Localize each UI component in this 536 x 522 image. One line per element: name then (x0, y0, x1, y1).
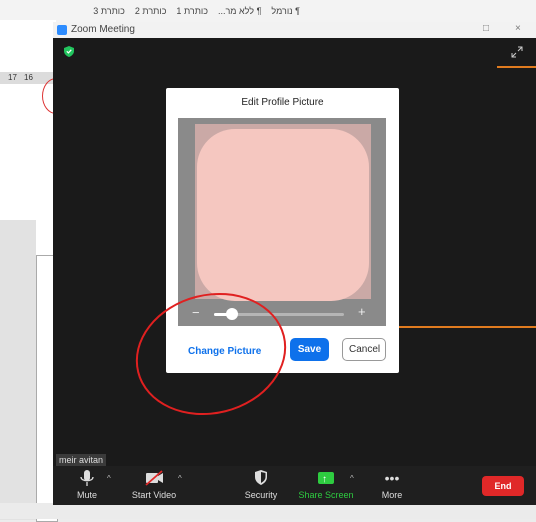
cancel-button[interactable]: Cancel (342, 338, 386, 361)
more-label: More (381, 490, 403, 500)
participant-name: meir avitan (56, 454, 107, 466)
ruler-label-16: 16 (24, 73, 33, 82)
shield-icon[interactable] (64, 46, 74, 57)
document-statusbar (0, 503, 536, 519)
video-off-icon (145, 470, 163, 486)
style-no-spacing[interactable]: ¶ ללא מר... (218, 6, 261, 20)
start-video-button[interactable]: Start Video (124, 468, 184, 500)
style-heading-1[interactable]: כותרת 1 (176, 6, 208, 20)
share-screen-button[interactable]: Share Screen (296, 468, 356, 500)
mute-options-chevron-icon[interactable]: ^ (107, 474, 111, 483)
restore-button[interactable]: □ (483, 23, 489, 34)
ruler-label-17: 17 (8, 73, 17, 82)
zoom-in-icon[interactable]: + (358, 304, 366, 319)
window-titlebar: Zoom Meeting □ × (53, 22, 536, 38)
save-button[interactable]: Save (290, 338, 329, 361)
style-heading-2[interactable]: כותרת 2 (135, 6, 167, 20)
zoom-meeting-window: Zoom Meeting □ × Edit Profile Picture − … (53, 22, 536, 505)
orange-annotation-line-horizontal (383, 326, 536, 328)
security-label: Security (244, 490, 278, 500)
more-icon: ••• (384, 470, 400, 486)
security-button[interactable]: Security (231, 468, 291, 500)
style-normal[interactable]: ¶ נורמל (271, 6, 300, 20)
style-heading-3[interactable]: כותרת 3 (93, 6, 125, 20)
security-shield-icon (255, 470, 267, 485)
dialog-title: Edit Profile Picture (241, 97, 324, 108)
start-video-label: Start Video (131, 490, 177, 500)
video-options-chevron-icon[interactable]: ^ (178, 474, 182, 483)
end-meeting-button[interactable]: End (482, 476, 524, 496)
share-screen-label: Share Screen (298, 490, 354, 500)
document-gray-area (0, 220, 36, 520)
share-options-chevron-icon[interactable]: ^ (350, 474, 354, 483)
profile-picture-preview[interactable] (197, 129, 369, 301)
share-screen-icon (296, 468, 356, 490)
close-button[interactable]: × (515, 23, 521, 34)
meeting-toolbar: Mute ^ Start Video ^ Security Share Scre… (53, 466, 536, 505)
expand-icon[interactable] (511, 46, 523, 58)
mute-label: Mute (76, 490, 97, 500)
ribbon-styles: ¶ נורמל ¶ ללא מר... כותרת 1 כותרת 2 כותר… (30, 6, 300, 20)
more-button[interactable]: ••• More (362, 468, 422, 500)
orange-annotation-line-top (497, 66, 536, 68)
mute-button[interactable]: Mute (57, 468, 117, 500)
zoom-app-icon (57, 25, 67, 35)
window-title: Zoom Meeting (71, 24, 135, 35)
